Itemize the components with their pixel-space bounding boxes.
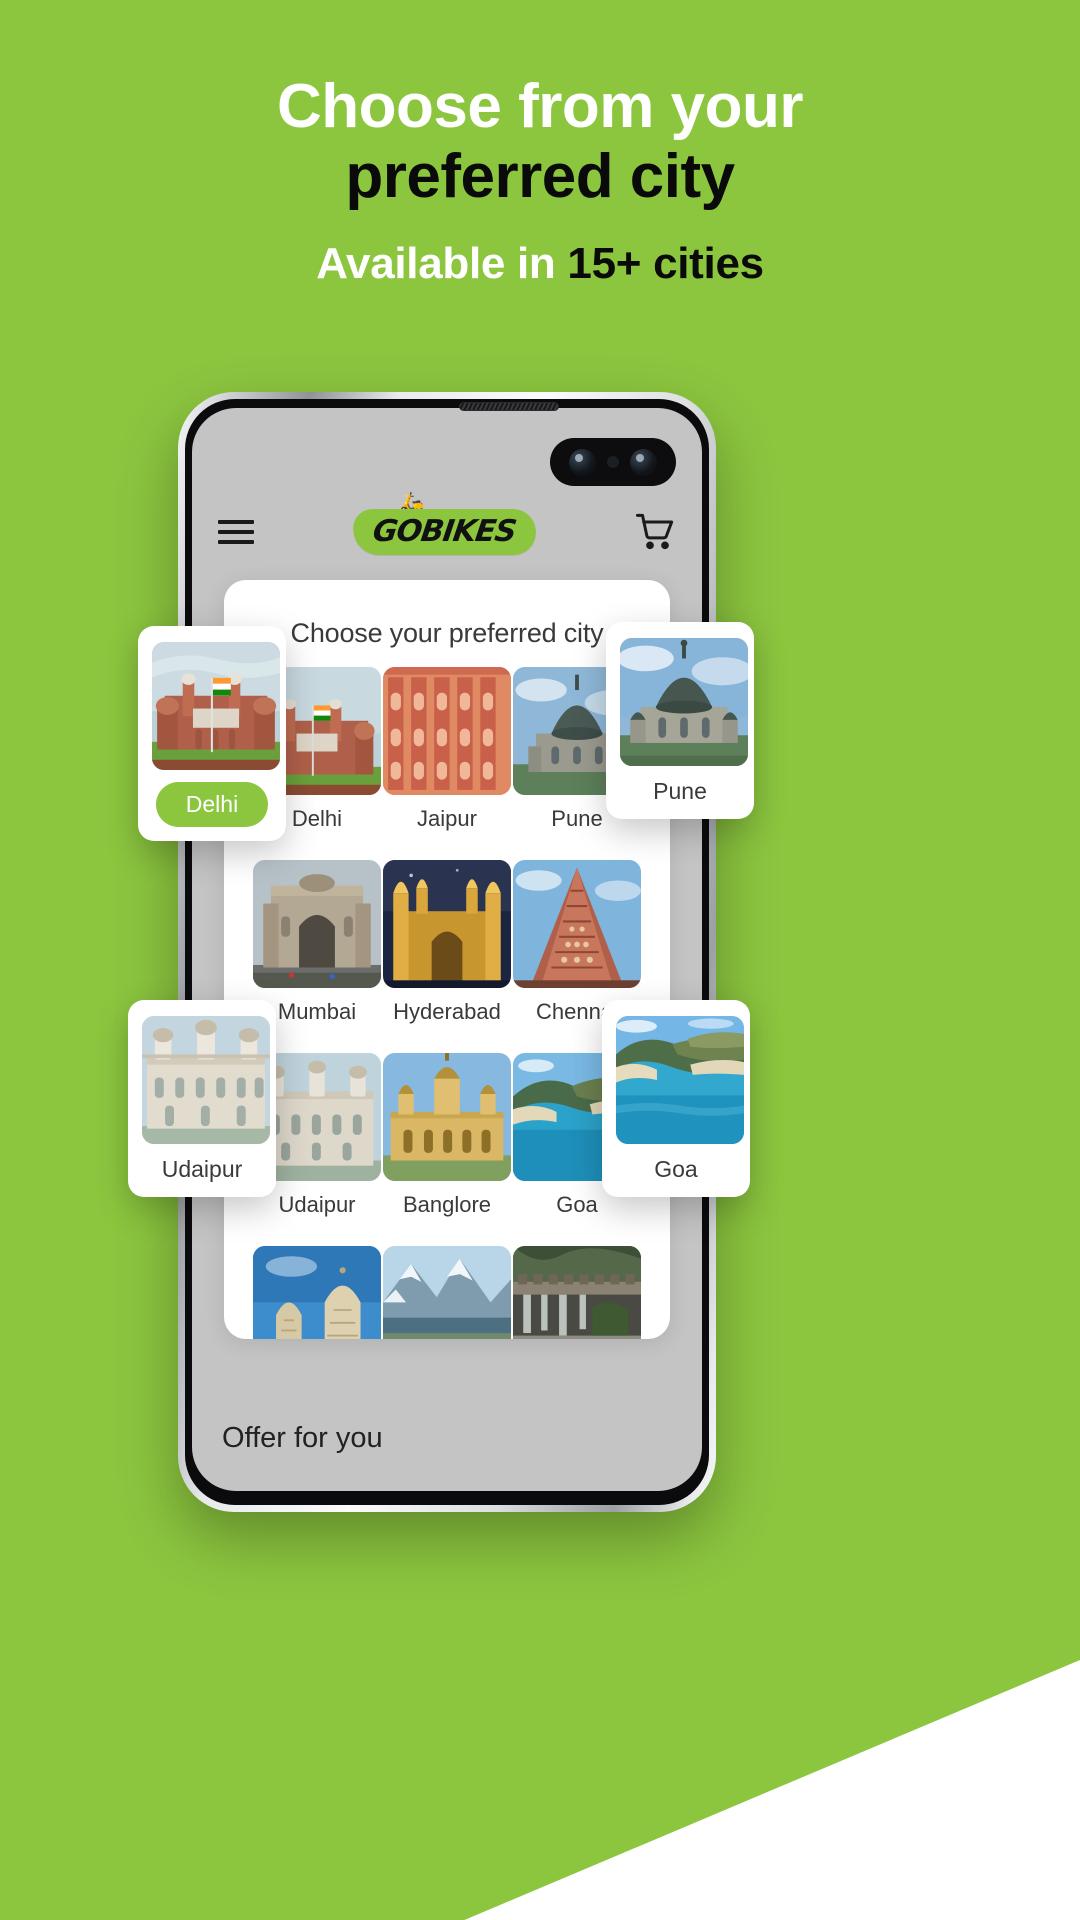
logo-text: GOBIKES xyxy=(370,514,518,549)
floating-city-card-delhi[interactable]: Delhi xyxy=(138,626,286,841)
headline-line-1: Choose from your xyxy=(277,72,803,141)
shopping-cart-icon[interactable] xyxy=(634,512,676,552)
dravidian-temple-gopuram-image xyxy=(513,860,641,988)
panel-title: Choose your preferred city xyxy=(290,618,604,648)
hamburger-bar xyxy=(218,520,254,524)
floating-city-card-goa[interactable]: Goa xyxy=(602,1000,750,1197)
subheadline-count: 15+ cities xyxy=(567,239,764,289)
city-label: Hyderabad xyxy=(393,999,501,1024)
city-label: Udaipur xyxy=(278,1192,356,1217)
city-selection-panel: Choose your preferred city Delhi Jaipur … xyxy=(224,580,670,1339)
city-cell-manali[interactable]: Manali xyxy=(382,1246,512,1339)
promo-subheadline: Available in 15+ cities xyxy=(0,239,1080,289)
punch-hole-camera xyxy=(550,438,676,486)
city-cell-hyderabad[interactable]: Hyderabad xyxy=(382,860,512,1025)
city-label: Banglore xyxy=(402,1192,492,1217)
simhachalam-temple-image xyxy=(253,1246,381,1339)
city-label: Jaipur xyxy=(417,806,477,831)
camera-lens-secondary-icon xyxy=(630,448,658,476)
phone-screen: 🛵 GOBIKES Choose your preferred city Del… xyxy=(192,408,702,1491)
app-logo[interactable]: 🛵 GOBIKES xyxy=(351,493,537,555)
city-cell-vizag[interactable]: Vizag xyxy=(252,1246,382,1339)
phone-bezel: 🛵 GOBIKES Choose your preferred city Del… xyxy=(185,399,709,1505)
manali-snow-mountains-image xyxy=(383,1246,511,1339)
app-header: 🛵 GOBIKES xyxy=(192,493,702,570)
city-label: Udaipur xyxy=(161,1156,243,1182)
promo-headline: Choose from your preferred city Availabl… xyxy=(0,72,1080,288)
city-cell-chandigarh[interactable]: Chandigarh xyxy=(512,1246,642,1339)
camera-sensor-icon xyxy=(606,456,619,468)
camera-lens-icon xyxy=(568,448,596,476)
hamburger-menu-icon[interactable] xyxy=(218,520,254,544)
hamburger-bar xyxy=(218,540,254,544)
charminar-at-night-image xyxy=(383,860,511,988)
offer-section: Offer for you xyxy=(192,1422,702,1455)
aga-khan-domed-building-image xyxy=(620,638,748,766)
hawa-mahal-palace-image xyxy=(383,667,511,795)
gateway-of-india-image xyxy=(253,860,381,988)
rock-garden-waterfall-image xyxy=(513,1246,641,1339)
mysore-palace-image xyxy=(383,1053,511,1181)
logo-badge: GOBIKES xyxy=(351,509,537,555)
earpiece-speaker xyxy=(459,402,559,411)
goa-beach-coastline-image xyxy=(616,1016,744,1144)
phone-mockup: 🛵 GOBIKES Choose your preferred city Del… xyxy=(178,392,716,1512)
floating-city-card-pune[interactable]: Pune xyxy=(606,622,754,819)
city-cell-banglore[interactable]: Banglore xyxy=(382,1053,512,1218)
red-fort-with-indian-flag-image xyxy=(152,642,280,770)
city-palace-udaipur-image xyxy=(142,1016,270,1144)
city-label: Goa xyxy=(654,1156,698,1182)
floating-city-card-udaipur[interactable]: Udaipur xyxy=(128,1000,276,1197)
subheadline-prefix: Available in xyxy=(316,239,568,289)
offer-title: Offer for you xyxy=(222,1422,383,1454)
city-cell-mumbai[interactable]: Mumbai xyxy=(252,860,382,1025)
hamburger-bar xyxy=(218,530,254,534)
city-label: Pune xyxy=(653,778,707,804)
headline-line-2: preferred city xyxy=(345,142,735,212)
city-cell-jaipur[interactable]: Jaipur xyxy=(382,667,512,832)
selected-city-badge[interactable]: Delhi xyxy=(155,782,269,827)
city-grid: Delhi Jaipur Pune Mumbai Hyderabad Chenn… xyxy=(224,667,670,1339)
